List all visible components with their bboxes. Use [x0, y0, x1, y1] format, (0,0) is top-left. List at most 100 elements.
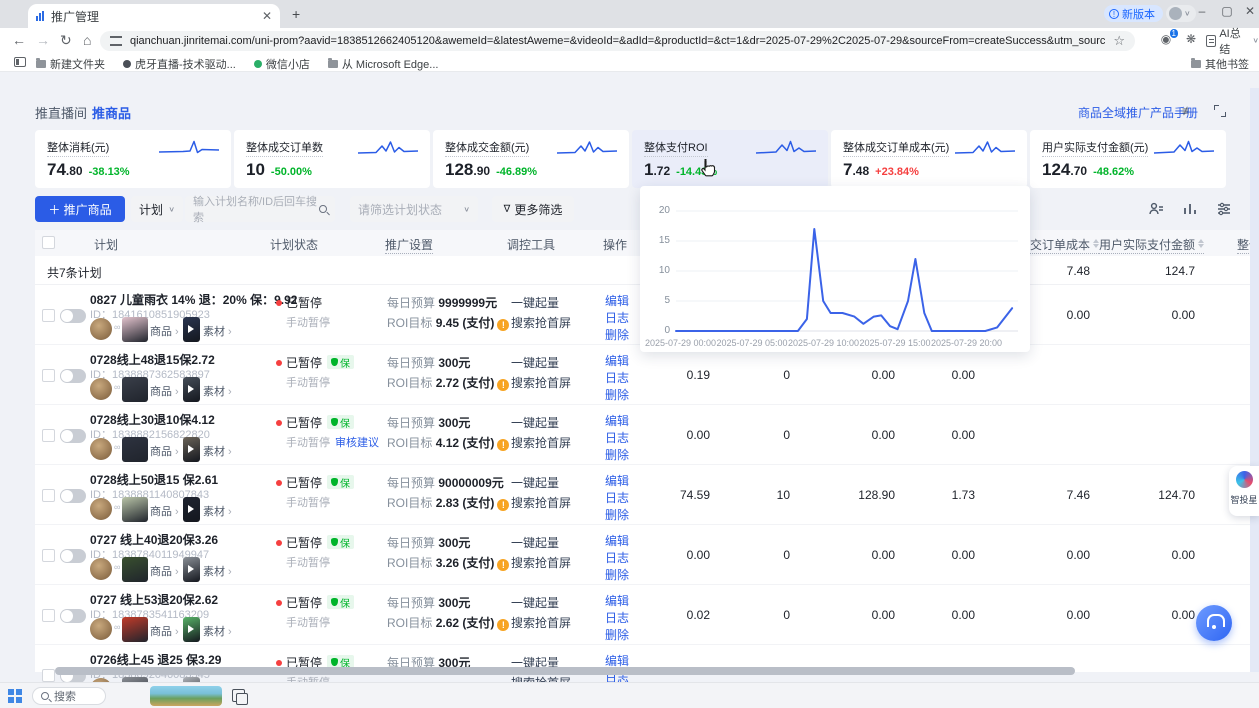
- row-checkbox[interactable]: [42, 609, 55, 622]
- delete-link[interactable]: 删除: [605, 506, 629, 523]
- site-settings-icon[interactable]: [110, 36, 122, 46]
- tab-live-room[interactable]: 推直播间: [35, 103, 87, 122]
- edit-link[interactable]: 编辑: [605, 352, 629, 369]
- row-checkbox[interactable]: [42, 669, 55, 682]
- side-panel-icon[interactable]: [14, 57, 26, 67]
- tab-close-icon[interactable]: ✕: [262, 9, 272, 23]
- delete-link[interactable]: 删除: [605, 566, 629, 583]
- row-checkbox[interactable]: [42, 549, 55, 562]
- search-top-screen-link[interactable]: 搜索抢首屏: [511, 614, 571, 631]
- product-link[interactable]: 商品 ›: [150, 383, 179, 399]
- warning-info-icon[interactable]: !: [497, 499, 509, 511]
- col-settings[interactable]: 推广设置: [385, 236, 433, 254]
- log-link[interactable]: 日志: [605, 369, 629, 386]
- warning-info-icon[interactable]: !: [497, 379, 509, 391]
- plan-toggle-off[interactable]: [60, 549, 86, 563]
- product-link[interactable]: 商品 ›: [150, 323, 179, 339]
- stat-card[interactable]: 用户实际支付金额(元) 124.70-48.62%: [1030, 130, 1226, 188]
- page-scrollbar[interactable]: [1250, 88, 1259, 672]
- plan-toggle-off[interactable]: [60, 489, 86, 503]
- delete-link[interactable]: 删除: [605, 326, 629, 343]
- status-filter-select[interactable]: 请筛选计划状态∨: [350, 196, 478, 222]
- edit-link[interactable]: 编辑: [605, 532, 629, 549]
- one-key-boost-link[interactable]: 一键起量: [511, 354, 559, 371]
- log-link[interactable]: 日志: [605, 549, 629, 566]
- warning-info-icon[interactable]: !: [497, 559, 509, 571]
- search-top-screen-link[interactable]: 搜索抢首屏: [511, 554, 571, 571]
- refresh-icon[interactable]: ↻: [60, 32, 72, 49]
- fullscreen-icon[interactable]: [1214, 105, 1226, 117]
- one-key-boost-link[interactable]: 一键起量: [511, 414, 559, 431]
- start-button[interactable]: [8, 689, 22, 703]
- filter-settings-icon[interactable]: [1216, 201, 1232, 217]
- plan-toggle-off[interactable]: [60, 609, 86, 623]
- bookmark-item[interactable]: 从 Microsoft Edge...: [328, 56, 439, 72]
- warning-info-icon[interactable]: !: [497, 619, 509, 631]
- col-plan[interactable]: 计划: [94, 236, 118, 253]
- col-user-paid[interactable]: 用户实际支付金额: [1099, 236, 1204, 254]
- delete-link[interactable]: 删除: [605, 386, 629, 403]
- chart-columns-icon[interactable]: [1182, 201, 1198, 217]
- log-link[interactable]: 日志: [605, 429, 629, 446]
- search-top-screen-link[interactable]: 搜索抢首屏: [511, 374, 571, 391]
- edit-link[interactable]: 编辑: [605, 472, 629, 489]
- one-key-boost-link[interactable]: 一键起量: [511, 594, 559, 611]
- plan-toggle-off[interactable]: [60, 309, 86, 323]
- forward-icon[interactable]: →: [36, 32, 50, 48]
- col-tools[interactable]: 调控工具: [507, 236, 555, 253]
- log-link[interactable]: 日志: [605, 609, 629, 626]
- stat-card[interactable]: 整体支付ROI 1.72-14.43%: [632, 130, 828, 188]
- bookmark-star-icon[interactable]: ☆: [1113, 33, 1125, 49]
- stat-card[interactable]: 整体成交订单数 10-50.00%: [234, 130, 430, 188]
- col-status[interactable]: 计划状态: [270, 236, 318, 253]
- material-link[interactable]: 素材 ›: [203, 563, 232, 579]
- bookmark-item[interactable]: 虎牙直播-技术驱动...: [123, 56, 236, 72]
- browser-profile[interactable]: ∨: [1166, 5, 1196, 22]
- extensions-puzzle-icon[interactable]: ❋: [1183, 32, 1199, 48]
- search-type-select[interactable]: 计划∨: [131, 196, 183, 222]
- widgets-weather-thumbnail[interactable]: [150, 686, 222, 706]
- url-text[interactable]: qianchuan.jinritemai.com/uni-prom?aavid=…: [130, 35, 1105, 47]
- stat-card[interactable]: 整体成交金额(元) 128.90-46.89%: [433, 130, 629, 188]
- review-suggestion-link[interactable]: 审核建议: [335, 437, 379, 449]
- one-key-boost-link[interactable]: 一键起量: [511, 294, 559, 311]
- delete-link[interactable]: 删除: [605, 446, 629, 463]
- select-all-checkbox[interactable]: [42, 236, 55, 249]
- product-link[interactable]: 商品 ›: [150, 623, 179, 639]
- product-link[interactable]: 商品 ›: [150, 503, 179, 519]
- new-tab-button[interactable]: +: [292, 7, 300, 21]
- product-thumbnail[interactable]: [122, 497, 148, 522]
- row-checkbox[interactable]: [42, 309, 55, 322]
- plan-search-input[interactable]: 输入计划名称/ID后回车搜索: [185, 196, 335, 222]
- row-checkbox[interactable]: [42, 369, 55, 382]
- row-checkbox[interactable]: [42, 489, 55, 502]
- layout-settings-icon[interactable]: ≢: [1182, 104, 1194, 118]
- product-manual-link[interactable]: 商品全域推广产品手册: [1078, 104, 1198, 121]
- ai-summary-chip[interactable]: AI总结∨: [1206, 31, 1259, 50]
- log-link[interactable]: 日志: [605, 309, 629, 326]
- search-top-screen-link[interactable]: 搜索抢首屏: [511, 434, 571, 451]
- other-bookmarks[interactable]: 其他书签: [1191, 56, 1249, 72]
- product-thumbnail[interactable]: [122, 617, 148, 642]
- product-link[interactable]: 商品 ›: [150, 563, 179, 579]
- more-filters-button[interactable]: ∇更多筛选: [492, 196, 574, 222]
- window-close-button[interactable]: ✕: [1241, 4, 1259, 18]
- extension-icon[interactable]: ◉1: [1158, 32, 1174, 48]
- bookmark-item[interactable]: 微信小店: [254, 56, 310, 72]
- product-thumbnail[interactable]: [122, 377, 148, 402]
- home-icon[interactable]: ⌂: [83, 32, 91, 48]
- tab-promote-product[interactable]: 推商品: [92, 103, 131, 122]
- col-actions[interactable]: 操作: [603, 236, 627, 253]
- task-view-icon[interactable]: [232, 689, 245, 702]
- horizontal-scrollbar[interactable]: [55, 667, 1075, 675]
- stat-card[interactable]: 整体成交订单成本(元) 7.48+23.84%: [831, 130, 1027, 188]
- bookmark-item[interactable]: 新建文件夹: [36, 56, 105, 72]
- product-thumbnail[interactable]: [122, 317, 148, 342]
- product-link[interactable]: 商品 ›: [150, 443, 179, 459]
- plan-toggle-off[interactable]: [60, 369, 86, 383]
- warning-info-icon[interactable]: !: [497, 439, 509, 451]
- plan-toggle-off[interactable]: [60, 429, 86, 443]
- edit-link[interactable]: 编辑: [605, 592, 629, 609]
- edit-link[interactable]: 编辑: [605, 292, 629, 309]
- custom-column-icon[interactable]: [1148, 201, 1164, 217]
